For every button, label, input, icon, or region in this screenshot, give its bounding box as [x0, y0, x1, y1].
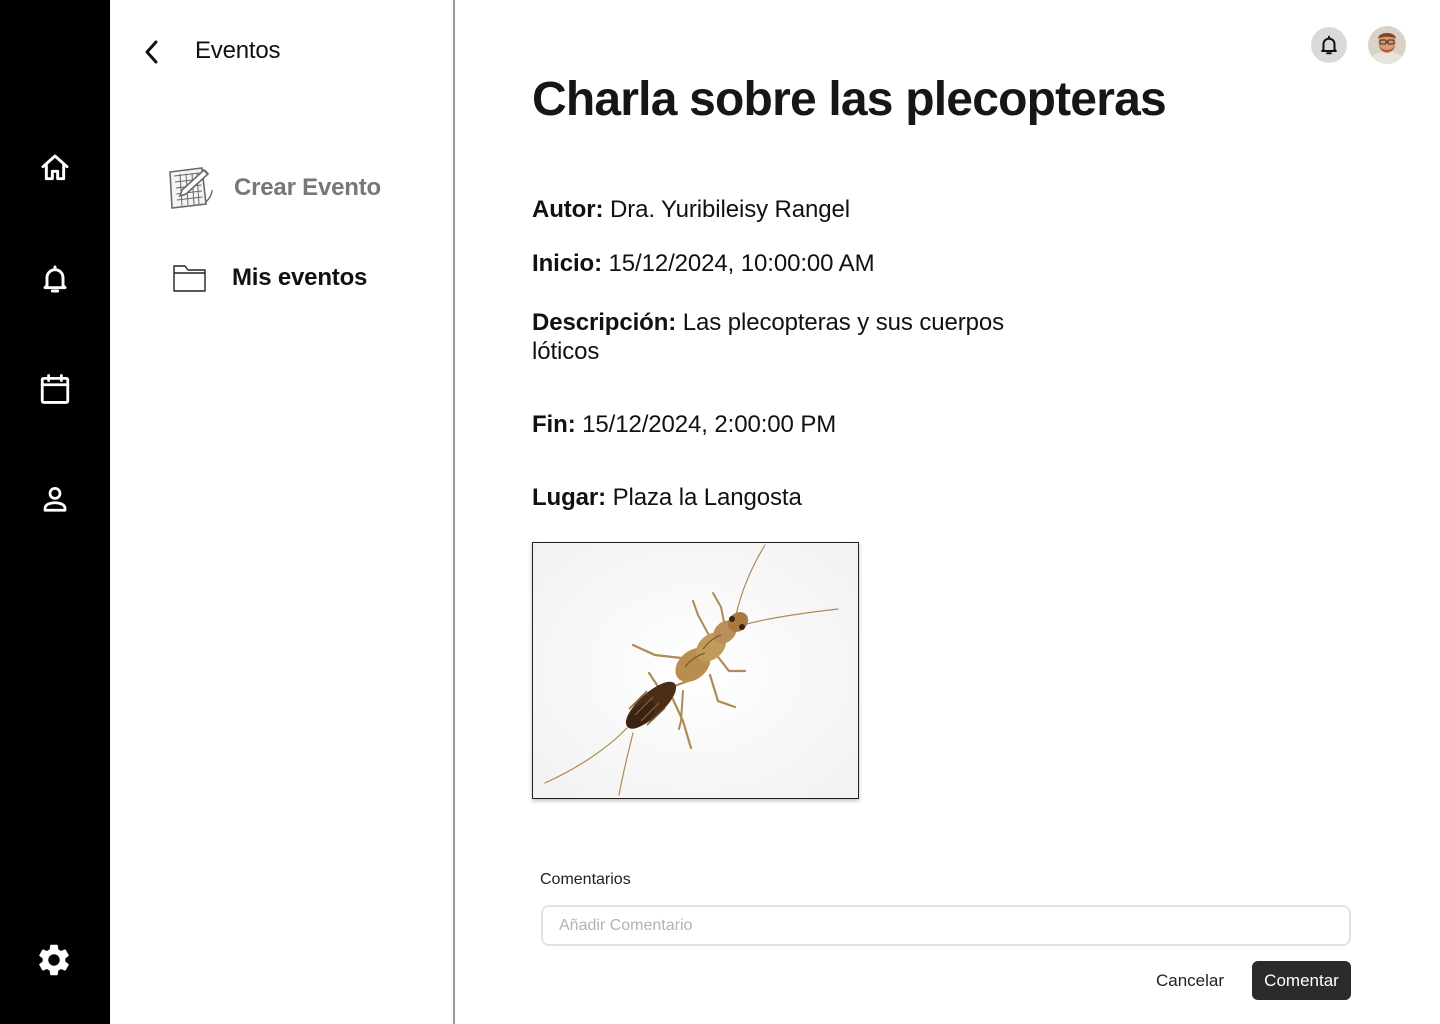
create-event-icon: [169, 167, 213, 209]
page-title: Charla sobre las plecopteras: [532, 73, 1167, 126]
comments-label: Comentarios: [540, 871, 631, 888]
event-description-label: Descripción:: [532, 309, 677, 336]
event-end: Fin: 15/12/2024, 2:00:00 PM: [532, 410, 836, 439]
event-end-label: Fin:: [532, 411, 576, 438]
folder-icon: [173, 265, 206, 292]
menu-item-create-event[interactable]: Crear Evento: [164, 162, 381, 214]
calendar-icon: [40, 374, 70, 404]
rail-home-button[interactable]: [33, 146, 77, 190]
menu-item-my-events[interactable]: Mis eventos: [172, 252, 367, 304]
event-author: Autor: Dra. Yuribileisy Rangel: [532, 195, 850, 224]
comment-input[interactable]: [541, 905, 1351, 946]
bell-icon: [43, 265, 67, 293]
rail-notifications-button[interactable]: [33, 257, 77, 301]
home-icon: [41, 154, 69, 181]
event-image: [532, 542, 859, 799]
bell-icon: [1321, 35, 1337, 55]
event-description: Descripción: Las plecopteras y sus cuerp…: [532, 308, 1032, 366]
user-avatar-image: [1368, 26, 1406, 64]
submit-comment-button[interactable]: Comentar: [1252, 961, 1351, 1000]
event-author-value: Dra. Yuribileisy Rangel: [609, 196, 851, 223]
rail-settings-button[interactable]: [32, 938, 76, 982]
events-subnav: Eventos Crear Evento Mis eventos: [110, 0, 455, 1024]
event-start-label: Inicio:: [532, 250, 602, 277]
event-end-value: 15/12/2024, 2:00:00 PM: [582, 411, 837, 438]
menu-item-create-event-label: Crear Evento: [234, 174, 381, 201]
notifications-button[interactable]: [1311, 27, 1347, 63]
back-button[interactable]: [138, 36, 166, 68]
rail-profile-button[interactable]: [33, 477, 77, 521]
gear-icon: [39, 944, 69, 976]
icon-rail: [0, 0, 110, 1024]
event-place-label: Lugar:: [532, 484, 607, 511]
rail-calendar-button[interactable]: [33, 367, 77, 411]
cancel-button[interactable]: Cancelar: [1145, 962, 1235, 1000]
event-place-value: Plaza la Langosta: [612, 484, 802, 511]
menu-item-my-events-label: Mis eventos: [232, 264, 368, 291]
chevron-left-icon: [145, 40, 158, 64]
user-icon: [43, 487, 67, 512]
stonefly-image: [533, 543, 858, 798]
subnav-title: Eventos: [195, 37, 281, 64]
event-start: Inicio: 15/12/2024, 10:00:00 AM: [532, 249, 875, 278]
event-start-value: 15/12/2024, 10:00:00 AM: [608, 250, 875, 277]
event-place: Lugar: Plaza la Langosta: [532, 483, 802, 512]
avatar[interactable]: [1368, 26, 1406, 64]
event-author-label: Autor:: [532, 196, 604, 223]
event-detail: Charla sobre las plecopteras Autor: Dra.…: [455, 0, 1440, 1024]
